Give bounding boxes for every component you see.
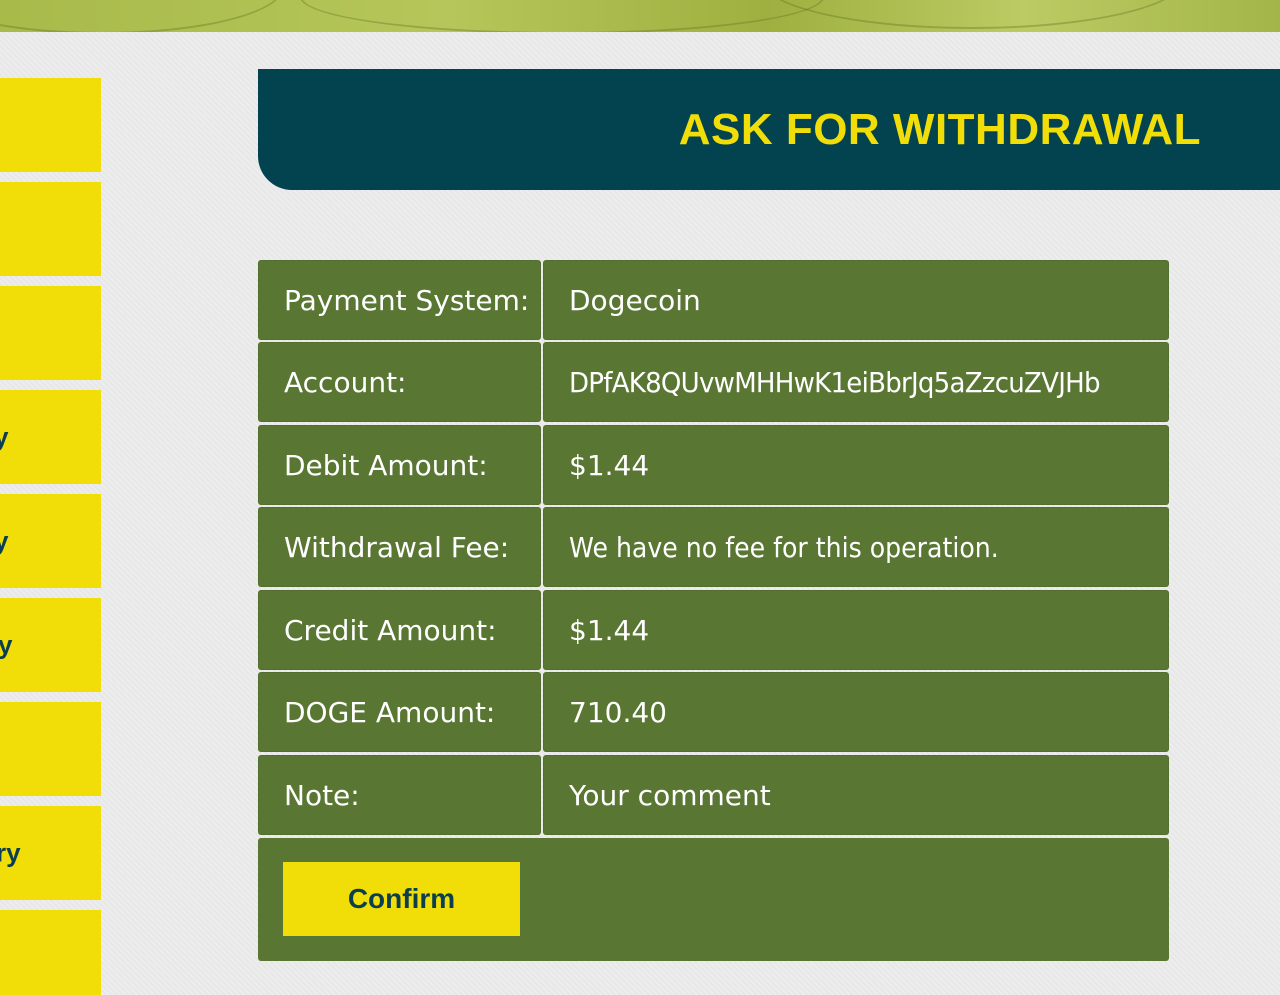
top-banner-image [0,0,1280,32]
sidebar-item-7[interactable] [0,702,101,796]
sidebar-item-4[interactable]: y [0,390,101,484]
withdrawal-fee-value: We have no fee for this operation. [543,507,1169,587]
form-actions-row: Confirm [258,838,1169,961]
sidebar-item-3[interactable] [0,286,101,380]
credit-amount-label: Credit Amount: [258,590,541,670]
account-label: Account: [258,342,541,422]
sidebar-item-label: y [0,629,13,660]
payment-system-label: Payment System: [258,260,541,340]
debit-amount-value: $1.44 [543,425,1169,505]
sidebar-item-6[interactable]: y [0,598,101,692]
sidebar-item-9[interactable] [0,910,101,995]
form-row-note: Note: Your comment [258,755,1169,835]
form-row-withdrawal-fee: Withdrawal Fee: We have no fee for this … [258,507,1169,587]
sidebar-item-1[interactable] [0,78,101,172]
debit-amount-label: Debit Amount: [258,425,541,505]
note-label: Note: [258,755,541,835]
doge-amount-value: 710.40 [543,672,1169,752]
sidebar-item-label: y [0,525,9,556]
sidebar-item-8[interactable]: ry [0,806,101,900]
form-row-payment-system: Payment System: Dogecoin [258,260,1169,340]
page-title: ASK FOR WITHDRAWAL [678,104,1201,154]
credit-amount-value: $1.44 [543,590,1169,670]
form-row-account: Account: DPfAK8QUvwMHHwK1eiBbrJq5aZzcuZV… [258,342,1169,422]
page-header: ASK FOR WITHDRAWAL [258,69,1280,190]
confirm-button[interactable]: Confirm [283,862,520,936]
form-row-doge-amount: DOGE Amount: 710.40 [258,672,1169,752]
doge-amount-label: DOGE Amount: [258,672,541,752]
page: y y y ry ASK FOR WITHDRAWAL Payment Syst… [0,0,1280,995]
form-row-credit-amount: Credit Amount: $1.44 [258,590,1169,670]
withdrawal-fee-label: Withdrawal Fee: [258,507,541,587]
form-row-debit-amount: Debit Amount: $1.44 [258,425,1169,505]
sidebar-item-label: y [0,421,9,452]
payment-system-value: Dogecoin [543,260,1169,340]
sidebar-item-label: ry [0,837,21,868]
account-value: DPfAK8QUvwMHHwK1eiBbrJq5aZzcuZVJHb [543,342,1169,422]
note-input[interactable]: Your comment [543,755,1169,835]
sidebar-item-2[interactable] [0,182,101,276]
sidebar-item-5[interactable]: y [0,494,101,588]
